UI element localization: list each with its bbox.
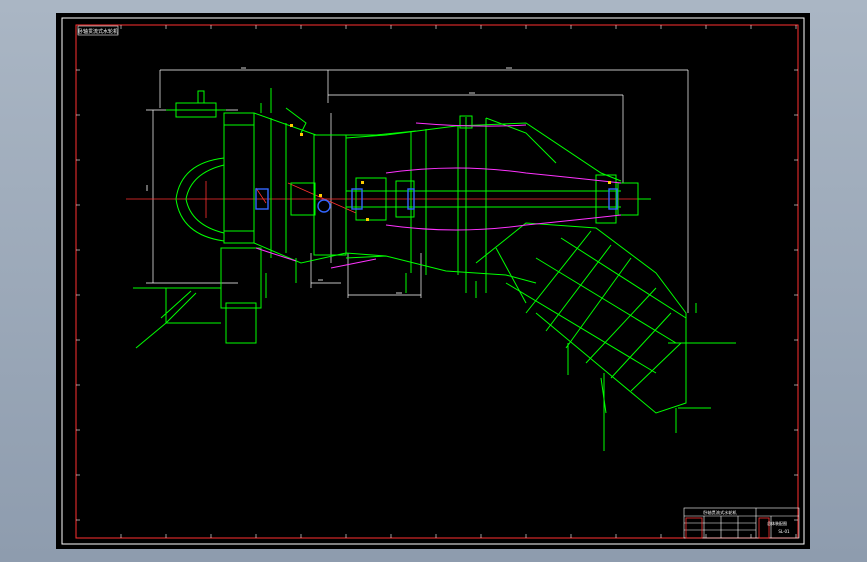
bulb-housing (223, 112, 255, 244)
drawing-label: 卧轴贯流式水轮机 (78, 28, 118, 35)
turbine-structure (133, 88, 736, 451)
cad-drawing-canvas[interactable]: 卧轴贯流式水轮机 卧轴贯流式水轮机 总体装配图 SL-01 (56, 13, 810, 549)
blade-profile (255, 122, 622, 269)
runner-chamber (313, 134, 347, 256)
title-block-title: 卧轴贯流式水轮机 (703, 509, 737, 516)
fasteners (290, 124, 611, 221)
frame-ticks (76, 25, 798, 538)
turbine-assembly-drawing[interactable]: 卧轴贯流式水轮机 卧轴贯流式水轮机 总体装配图 SL-01 (56, 13, 810, 549)
outer-frame (61, 17, 805, 545)
title-block-drawing-number: SL-01 (778, 529, 790, 534)
inner-border (75, 24, 799, 539)
dimension-marks (146, 67, 512, 294)
title-block-red-cells (685, 517, 770, 539)
title-block-subtitle: 总体装配图 (767, 520, 787, 526)
